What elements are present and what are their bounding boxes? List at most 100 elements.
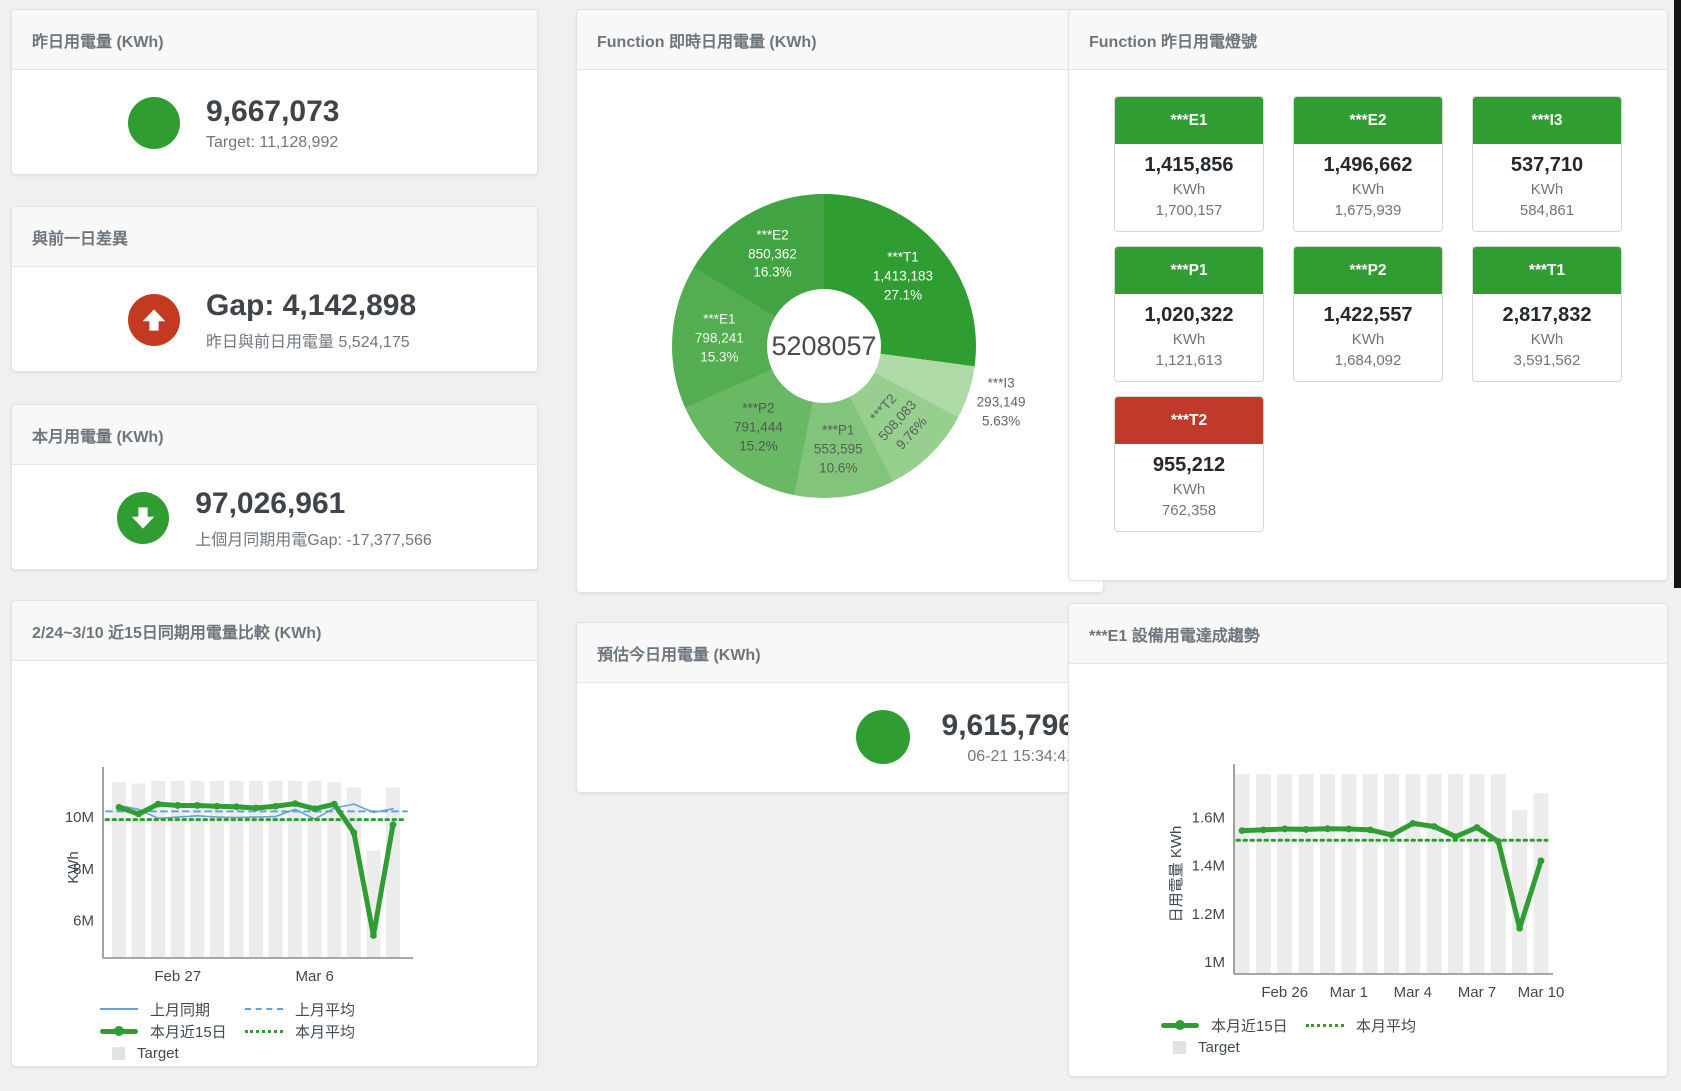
card-month-usage: 本月用電量 (KWh) 97,026,961 上個月同期用電Gap: -17,3… [11,404,538,570]
green-status-circle-icon [128,97,180,149]
tile-target-value: 1,121,613 [1115,352,1263,369]
target-bar [1277,774,1292,973]
card-month-usage-body: 97,026,961 上個月同期用電Gap: -17,377,566 [12,465,537,571]
realtime-donut-chart[interactable]: 5208057 ***T11,413,18327.1%***I3293,1495… [672,194,976,498]
series-marker [155,801,162,808]
light-tile: ***T12,817,832KWh3,591,562 [1472,246,1622,382]
card-yesterday-title: 昨日用電量 (KWh) [12,10,537,70]
month-usage-gap: 上個月同期用電Gap: -17,377,566 [195,526,432,550]
card-month-usage-title: 本月用電量 (KWh) [12,405,537,465]
today-estimate-value: 9,615,796 [942,709,1075,743]
legend-row: Target [100,1042,537,1064]
yesterday-lights-title: Function 昨日用電燈號 [1069,10,1667,70]
card-today-estimate: 預估今日用電量 (KWh) 9,615,796 06-21 15:34:41 [576,622,1104,793]
y-tick-label: 10M [65,809,94,826]
legend-row: 上月同期 上月平均 [100,998,537,1020]
legend-line-icon [100,1008,138,1010]
tile-target-value: 1,684,092 [1294,352,1442,369]
legend-item[interactable]: 本月近15日 [1161,1015,1306,1036]
light-tile: ***T2955,212KWh762,358 [1114,396,1264,532]
tile-label: ***T2 [1115,397,1263,444]
legend-item[interactable]: 上月平均 [245,999,355,1020]
legend-item[interactable]: 本月平均 [245,1021,355,1042]
y-axis-label: 日用電量 KWh [1168,826,1185,923]
legend-label: 本月平均 [1356,1015,1416,1036]
series-marker [233,803,240,810]
legend-item[interactable]: 上月同期 [100,999,245,1020]
tile-target-value: 1,675,939 [1294,202,1442,219]
legend-item[interactable]: Target [1161,1039,1240,1056]
series-marker [1388,832,1395,839]
card-yesterday-usage: 昨日用電量 (KWh) 9,667,073 Target: 11,128,992 [11,9,538,175]
series-marker [390,821,397,828]
series-marker [331,801,338,808]
series-marker [135,811,142,818]
tile-label: ***E2 [1294,97,1442,144]
tile-unit: KWh [1473,331,1621,348]
e1-trend-line-chart[interactable]: 1M1.2M1.4M1.6MFeb 26Mar 1Mar 4Mar 7Mar 1… [1069,664,1667,1014]
legend-item[interactable]: 本月近15日 [100,1021,245,1042]
red-up-arrow-icon [128,294,180,346]
tile-unit: KWh [1115,481,1263,498]
series-marker [272,803,279,810]
tile-value: 955,212 [1115,454,1263,477]
pie-segment-label: ***E2850,36216.3% [748,226,797,283]
legend-label: 本月平均 [295,1021,355,1042]
target-bar [386,787,400,957]
tile-target-value: 1,700,157 [1115,202,1263,219]
series-marker [1303,826,1310,833]
compare-chart-title: 2/24~3/10 近15日同期用電量比較 (KWh) [12,601,537,661]
tile-value: 1,020,322 [1115,304,1263,327]
series-marker [116,804,123,811]
tile-value: 1,496,662 [1294,154,1442,177]
card-prev-day-gap-body: Gap: 4,142,898 昨日與前日用電量 5,524,175 [12,267,537,373]
page-scrollbar[interactable] [1674,0,1681,588]
compare-line-chart[interactable]: 6M8M10MFeb 27Mar 6KWh [12,661,537,998]
tile-unit: KWh [1115,331,1263,348]
y-tick-label: 6M [73,913,94,930]
tile-label: ***P2 [1294,247,1442,294]
legend-line-icon [245,1030,283,1033]
target-bar [1341,774,1356,973]
card-e1-trend-chart: ***E1 設備用電達成趨勢 1M1.2M1.4M1.6MFeb 26Mar 1… [1068,603,1668,1077]
compare-chart-legend: 上月同期 上月平均本月近15日 本月平均 Target [100,998,537,1064]
series-marker [1474,824,1481,831]
x-tick-label: Mar 6 [296,968,334,985]
series-marker [1516,925,1523,932]
today-estimate-body: 9,615,796 06-21 15:34:41 [577,683,1103,791]
target-bar [1469,774,1484,973]
legend-item[interactable]: 本月平均 [1306,1015,1416,1036]
prev-day-gap-sub: 昨日與前日用電量 5,524,175 [206,328,421,352]
panel-yesterday-lights: Function 昨日用電燈號 ***E11,415,856KWh1,700,1… [1068,9,1668,581]
y-tick-label: 1.2M [1192,906,1225,923]
card-realtime-pie: Function 即時日用電量 (KWh) 5208057 ***T11,413… [576,9,1104,593]
legend-row: 本月近15日 本月平均 [100,1020,537,1042]
series-marker [1409,820,1416,827]
tile-target-value: 3,591,562 [1473,352,1621,369]
legend-label: 上月同期 [150,999,210,1020]
yesterday-usage-target: Target: 11,128,992 [206,134,421,152]
compare15-svg[interactable]: 6M8M10MFeb 27Mar 6KWh [12,661,539,993]
tile-value: 1,422,557 [1294,304,1442,327]
legend-label: 本月近15日 [150,1021,227,1042]
target-bar [1427,774,1442,973]
light-tile: ***E21,496,662KWh1,675,939 [1293,96,1443,232]
month-usage-value: 97,026,961 [195,487,432,521]
series-marker [1324,825,1331,832]
prev-day-gap-value: Gap: 4,142,898 [206,289,421,323]
today-estimate-timestamp: 06-21 15:34:41 [942,748,1075,766]
legend-label: 上月平均 [295,999,355,1020]
series-marker [311,805,318,812]
target-bar [1235,774,1250,973]
e1_trend-svg[interactable]: 1M1.2M1.4M1.6MFeb 26Mar 1Mar 4Mar 7Mar 1… [1069,664,1669,1009]
target-bar [1363,774,1378,973]
series-marker [370,932,377,939]
y-tick-label: 1M [1204,954,1225,971]
card-yesterday-body: 9,667,073 Target: 11,128,992 [12,70,537,176]
legend-item[interactable]: Target [100,1045,179,1062]
card-compare-chart: 2/24~3/10 近15日同期用電量比較 (KWh) 6M8M10MFeb 2… [11,600,538,1067]
legend-label: Target [137,1045,179,1062]
target-bar [1512,810,1527,973]
pie-segment-label: ***P2791,44415.2% [734,400,783,457]
light-tile: ***E11,415,856KWh1,700,157 [1114,96,1264,232]
